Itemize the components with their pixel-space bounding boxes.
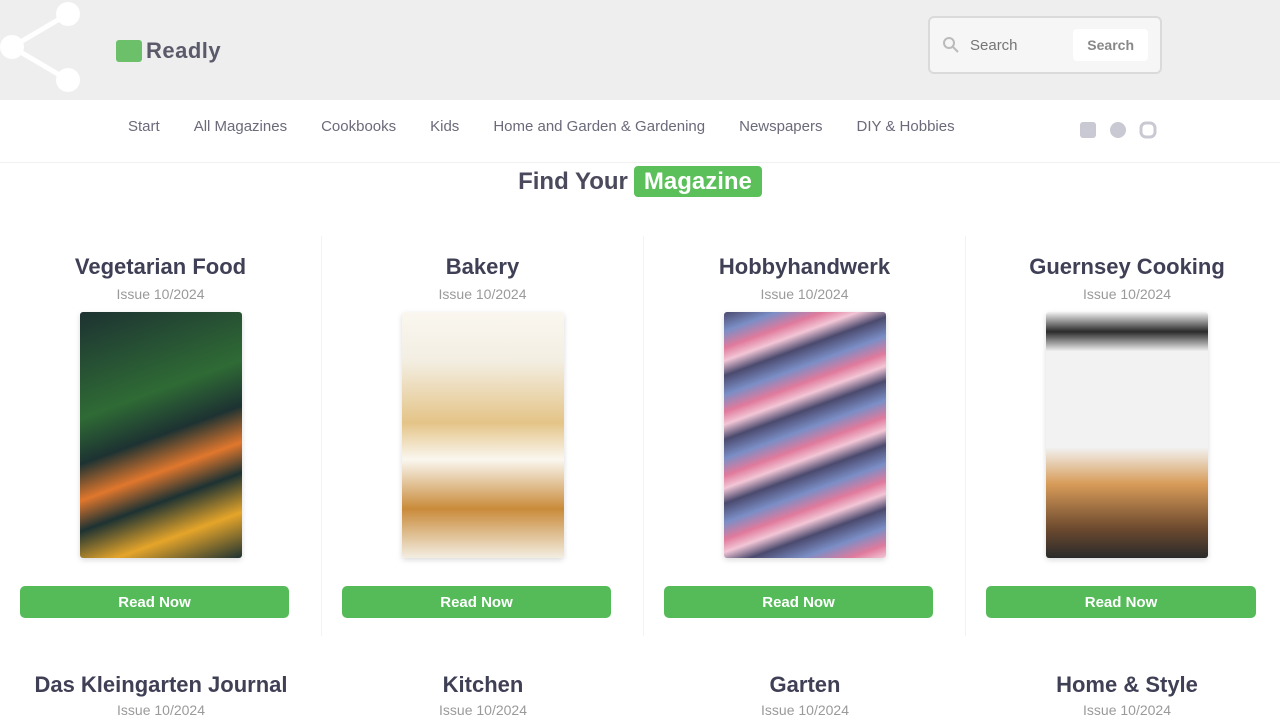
magazine-title: Hobbyhandwerk <box>718 254 891 279</box>
magazine-issue: Issue 10/2024 <box>760 286 849 302</box>
social-links <box>1078 120 1158 140</box>
read-now-button[interactable]: Read Now <box>986 586 1256 618</box>
magazine-title: Guernsey Cooking <box>1029 254 1225 279</box>
section-heading-part1: Find Your <box>518 168 628 195</box>
nav-item-newspapers[interactable]: Newspapers <box>739 118 822 135</box>
nav-items: Start All Magazines Cookbooks Kids Home … <box>128 118 955 135</box>
twitter-icon[interactable] <box>1108 120 1128 140</box>
search-bar: Search <box>928 16 1162 74</box>
nav-item-start[interactable]: Start <box>128 118 160 135</box>
logo-text: Readly <box>146 38 222 63</box>
header: Readly Search <box>0 0 1280 100</box>
magazine-cover-image[interactable] <box>79 312 242 558</box>
nav-item-kids[interactable]: Kids <box>430 118 459 135</box>
magazine-title: Home & Style <box>1056 672 1198 697</box>
magazine-title: Vegetarian Food <box>74 254 247 279</box>
magazine-grid: Vegetarian Food Issue 10/2024 Read Now B… <box>0 236 1280 636</box>
facebook-icon[interactable] <box>1078 120 1098 140</box>
search-icon <box>943 37 959 53</box>
magazine-card[interactable]: Guernsey Cooking Issue 10/2024 Read Now <box>966 236 1280 636</box>
magazine-card[interactable]: Hobbyhandwerk Issue 10/2024 Read Now <box>644 236 966 636</box>
magazine-issue: Issue 10/2024 <box>1083 702 1171 718</box>
read-now-button[interactable]: Read Now <box>342 586 611 618</box>
magazine-title: Garten <box>769 672 841 697</box>
section-heading-part2: Magazine <box>633 166 762 197</box>
magazine-cover-image[interactable] <box>1046 312 1208 558</box>
nav-item-diy-hobbies[interactable]: DIY & Hobbies <box>856 118 954 135</box>
magazine-grid-row2: Das Kleingarten Journal Issue 10/2024 Ki… <box>0 668 1280 718</box>
nav-item-all-magazines[interactable]: All Magazines <box>194 118 287 135</box>
nav-item-home-garden[interactable]: Home and Garden & Gardening <box>493 118 705 135</box>
magazine-card[interactable]: Bakery Issue 10/2024 Read Now <box>322 236 644 636</box>
magazine-issue: Issue 10/2024 <box>1083 286 1171 302</box>
search-input[interactable] <box>968 35 1052 55</box>
instagram-icon[interactable] <box>1138 120 1158 140</box>
magazine-title: Das Kleingarten Journal <box>34 672 288 697</box>
share-icon[interactable] <box>0 0 90 100</box>
magazine-card[interactable]: Vegetarian Food Issue 10/2024 Read Now <box>0 236 322 636</box>
magazine-issue: Issue 10/2024 <box>761 702 849 718</box>
read-now-button[interactable]: Read Now <box>20 586 289 618</box>
magazine-title: Bakery <box>445 254 520 279</box>
magazine-issue: Issue 10/2024 <box>117 702 205 718</box>
magazine-card[interactable]: Home & Style Issue 10/2024 <box>966 668 1280 718</box>
magazine-cover-image[interactable] <box>401 312 564 558</box>
nav-item-cookbooks[interactable]: Cookbooks <box>321 118 396 135</box>
magazine-card[interactable]: Kitchen Issue 10/2024 <box>322 668 644 718</box>
section-heading: Find Your Magazine <box>0 166 1280 197</box>
main-nav: Start All Magazines Cookbooks Kids Home … <box>0 100 1280 163</box>
magazine-issue: Issue 10/2024 <box>438 286 527 302</box>
magazine-cover-image[interactable] <box>723 312 886 558</box>
magazine-card[interactable]: Das Kleingarten Journal Issue 10/2024 <box>0 668 322 718</box>
logo-mark-icon <box>116 40 142 62</box>
search-button[interactable]: Search <box>1073 29 1148 61</box>
read-now-button[interactable]: Read Now <box>664 586 933 618</box>
magazine-card[interactable]: Garten Issue 10/2024 <box>644 668 966 718</box>
magazine-title: Kitchen <box>442 672 524 697</box>
magazine-issue: Issue 10/2024 <box>116 286 205 302</box>
magazine-issue: Issue 10/2024 <box>439 702 527 718</box>
logo[interactable]: Readly <box>116 38 221 64</box>
